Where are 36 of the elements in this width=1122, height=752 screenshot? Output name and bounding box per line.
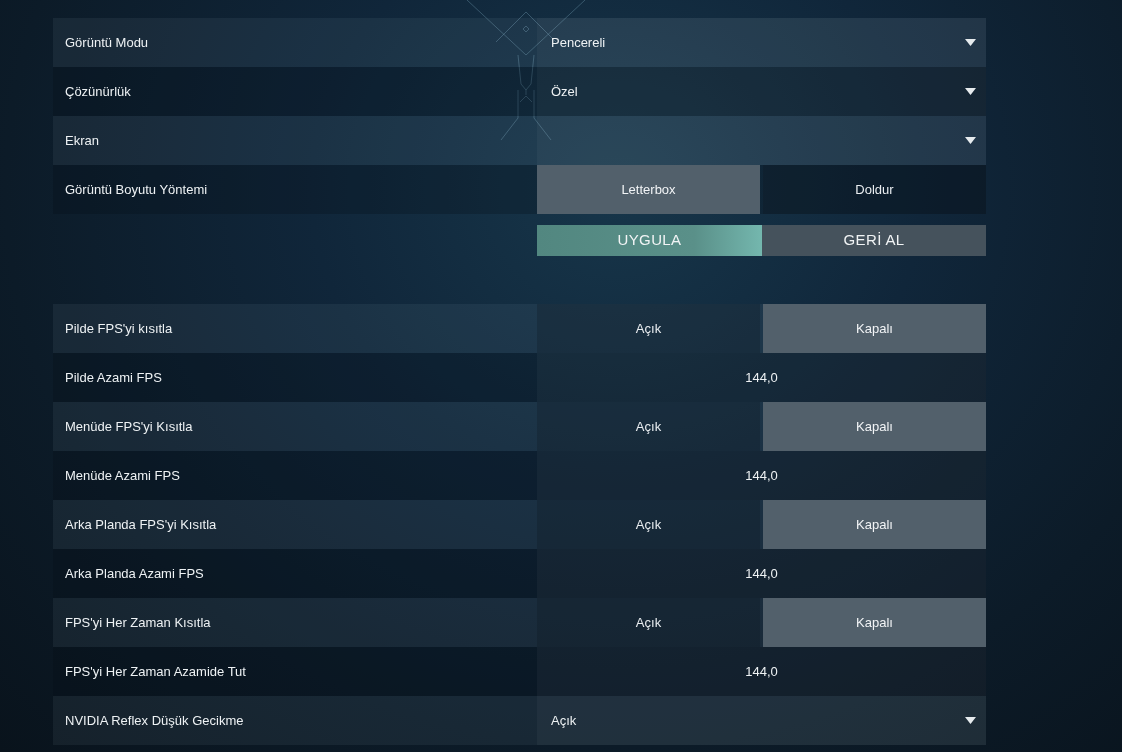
caret-icon xyxy=(965,137,976,144)
segment-button[interactable]: Kapalı xyxy=(763,402,986,451)
setting-label: Menüde FPS'yi Kısıtla xyxy=(65,417,193,436)
setting-label: Menüde Azami FPS xyxy=(65,466,180,485)
number-field[interactable]: 144,0 xyxy=(537,549,986,598)
number-field[interactable]: 144,0 xyxy=(537,353,986,402)
setting-label: Çözünürlük xyxy=(65,82,131,101)
setting-label: Görüntü Modu xyxy=(65,33,149,52)
dropdown-select[interactable]: Açık xyxy=(537,696,986,745)
segment-button[interactable]: Açık xyxy=(537,304,760,353)
setting-label: Görüntü Boyutu Yöntemi xyxy=(65,180,208,199)
revert-button[interactable]: GERİ AL xyxy=(762,225,986,256)
setting-label: Pilde Azami FPS xyxy=(65,368,162,387)
caret-icon xyxy=(965,88,976,95)
segment-button[interactable]: Kapalı xyxy=(763,598,986,647)
dropdown-select[interactable]: Pencereli xyxy=(537,18,986,67)
setting-label: FPS'yi Her Zaman Azamide Tut xyxy=(65,662,246,681)
dropdown-select[interactable] xyxy=(537,116,986,165)
setting-label: Pilde FPS'yi kısıtla xyxy=(65,319,173,338)
caret-icon xyxy=(965,39,976,46)
setting-label: NVIDIA Reflex Düşük Gecikme xyxy=(65,711,244,730)
setting-label: Ekran xyxy=(65,131,99,150)
setting-label: Arka Planda Azami FPS xyxy=(65,564,204,583)
caret-icon xyxy=(965,717,976,724)
setting-label: Arka Planda FPS'yi Kısıtla xyxy=(65,515,217,534)
segment-button[interactable]: Letterbox xyxy=(537,165,760,214)
dropdown-select[interactable]: Özel xyxy=(537,67,986,116)
segment-button[interactable]: Kapalı xyxy=(763,500,986,549)
number-field[interactable]: 144,0 xyxy=(537,647,986,696)
segment-button[interactable]: Doldur xyxy=(763,165,986,214)
setting-label: FPS'yi Her Zaman Kısıtla xyxy=(65,613,211,632)
number-field[interactable]: 144,0 xyxy=(537,451,986,500)
segment-button[interactable]: Açık xyxy=(537,402,760,451)
segment-button[interactable]: Açık xyxy=(537,500,760,549)
segment-button[interactable]: Açık xyxy=(537,598,760,647)
segment-button[interactable]: Kapalı xyxy=(763,304,986,353)
